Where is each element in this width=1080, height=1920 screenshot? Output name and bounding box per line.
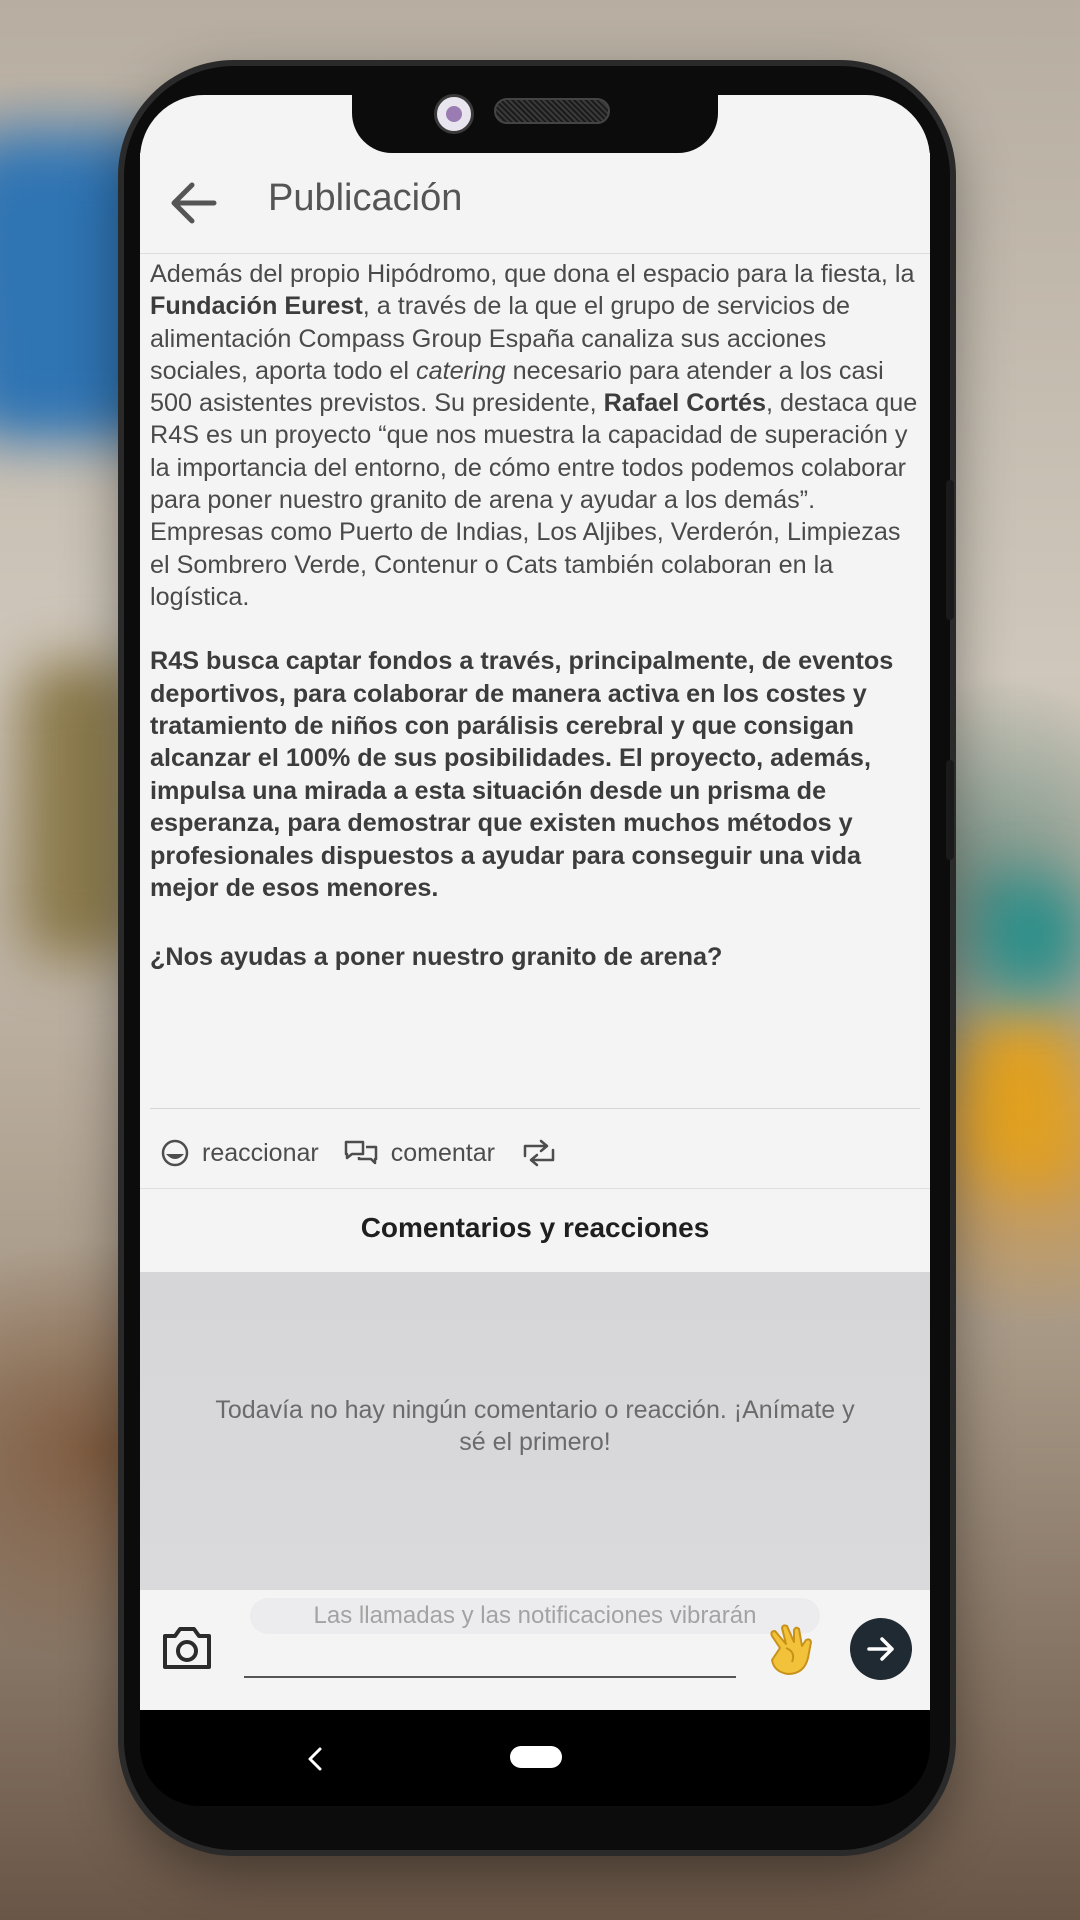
volume-button — [946, 480, 954, 620]
power-button — [946, 760, 954, 860]
comments-heading: Comentarios y reacciones — [360, 1212, 710, 1243]
nav-back-icon[interactable] — [302, 1745, 330, 1773]
arrow-right-icon — [867, 1637, 894, 1661]
front-camera — [434, 94, 474, 134]
app-bar: Publicación — [140, 153, 930, 254]
send-button[interactable] — [850, 1618, 912, 1680]
react-button[interactable]: reaccionar — [160, 1138, 319, 1168]
post-actions: reaccionar comentar — [160, 1128, 595, 1178]
speech-bubbles-icon — [344, 1140, 377, 1165]
comment-button[interactable]: comentar — [343, 1138, 495, 1168]
share-button[interactable] — [519, 1138, 571, 1168]
clapping-hands-icon[interactable] — [762, 1618, 826, 1682]
article-paragraph-bold: R4S busca captar fondos a través, princi… — [150, 647, 894, 903]
page-title: Publicación — [268, 177, 463, 219]
arrow-left-icon[interactable] — [164, 173, 224, 233]
camera-icon[interactable] — [160, 1624, 214, 1672]
divider — [150, 1108, 920, 1109]
react-label: reaccionar — [202, 1138, 319, 1167]
article-question: ¿Nos ayudas a poner nuestro granito de a… — [150, 942, 723, 971]
article-body: Además del propio Hipódromo, que dona el… — [150, 258, 920, 973]
comment-input[interactable] — [244, 1676, 736, 1678]
system-toast: Las llamadas y las notificaciones vibrar… — [250, 1598, 820, 1634]
nav-home-button[interactable] — [510, 1746, 562, 1768]
repost-icon — [523, 1139, 555, 1167]
earpiece-speaker — [494, 98, 610, 124]
article-paragraph: Además del propio Hipódromo, que dona el… — [150, 260, 918, 611]
smiley-icon — [161, 1139, 189, 1167]
divider — [140, 1188, 930, 1189]
background-blur-shape — [960, 1020, 1080, 1180]
background-blur-shape — [20, 660, 140, 960]
comments-list: Todavía no hay ningún comentario o reacc… — [140, 1272, 930, 1590]
empty-comments-message: Todavía no hay ningún comentario o reacc… — [215, 1396, 855, 1456]
background-blur-shape — [980, 880, 1080, 990]
comment-label: comentar — [390, 1138, 495, 1167]
